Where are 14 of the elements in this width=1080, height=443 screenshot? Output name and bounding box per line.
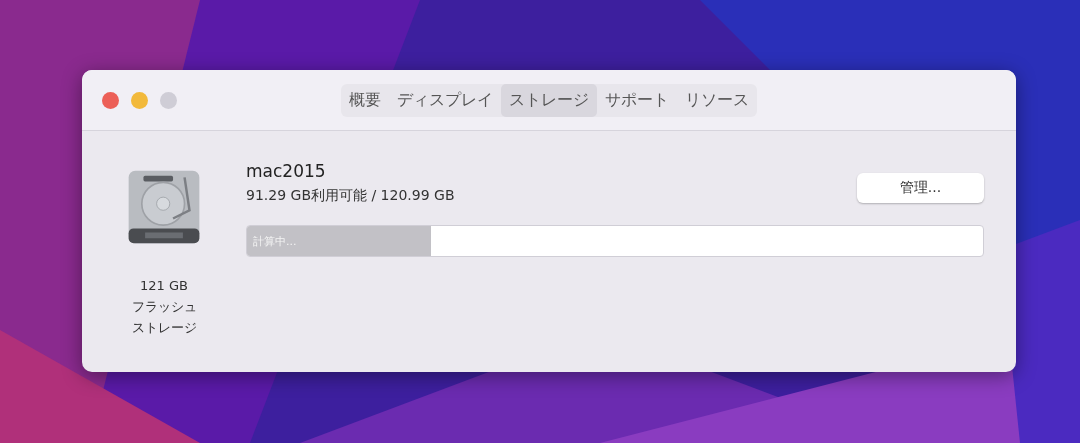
window-control[interactable] <box>131 92 148 109</box>
capacity-label: 121 GB <box>140 277 188 295</box>
tab[interactable]: 概要 <box>341 83 389 117</box>
storage-type-label: ストレージ <box>131 319 197 337</box>
tab[interactable]: リソース <box>677 83 757 117</box>
usage-text: 91.29 GB利用可能 / 120.99 GB <box>246 187 455 205</box>
tab[interactable]: サポート <box>597 83 677 117</box>
window-control[interactable] <box>102 92 119 109</box>
tab[interactable]: ストレージ <box>501 83 597 117</box>
manage-button[interactable]: 管理... <box>857 173 984 203</box>
tab[interactable]: ディスプレイ <box>389 83 501 117</box>
window-control[interactable] <box>160 92 177 109</box>
volume-name: mac2015 <box>246 161 327 181</box>
storage-type-label: フラッシュ <box>131 298 197 316</box>
